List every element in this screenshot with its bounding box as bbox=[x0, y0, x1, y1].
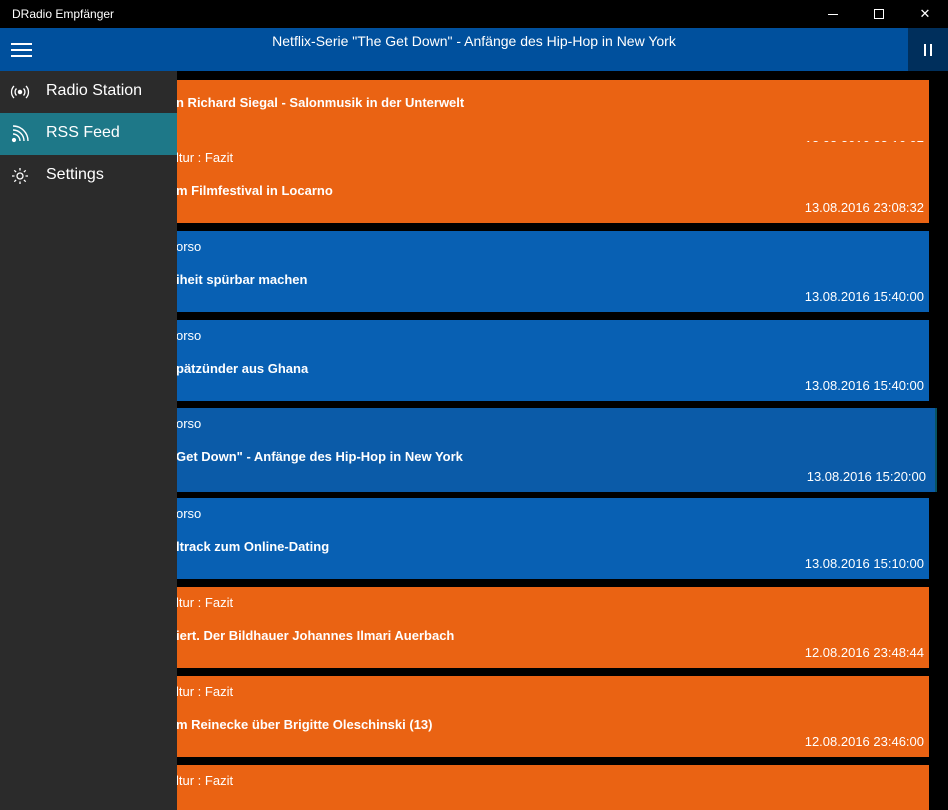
close-button[interactable]: ✕ bbox=[902, 0, 948, 28]
radio-waves-icon bbox=[10, 82, 30, 102]
maximize-button[interactable] bbox=[856, 0, 902, 28]
gear-icon bbox=[10, 166, 30, 186]
feed-item-date: 13.08.2016 15:10:00 bbox=[804, 556, 924, 571]
app-header: Netflix-Serie "The Get Down" - Anfänge d… bbox=[0, 28, 948, 71]
maximize-icon bbox=[874, 9, 884, 19]
feed-item-category: orso bbox=[176, 506, 202, 521]
feed-item-category: ltur : Fazit bbox=[176, 773, 234, 788]
feed-item-category: ltur : Fazit bbox=[176, 150, 234, 165]
title-bar: DRadio Empfänger ✕ bbox=[0, 0, 948, 28]
feed-item-category: ltur : Fazit bbox=[176, 595, 234, 610]
feed-item-date: 13.08.2016 23:08:32 bbox=[804, 200, 924, 215]
feed-item-category: ltur : Fazit bbox=[176, 684, 234, 699]
nav-item-label: Radio Station bbox=[46, 82, 143, 99]
feed-item-date: 12.08.2016 23:48:44 bbox=[804, 645, 924, 660]
window-title: DRadio Empfänger bbox=[12, 7, 115, 21]
rss-icon bbox=[10, 124, 30, 144]
close-icon: ✕ bbox=[919, 6, 931, 21]
feed-item-date: 13.08.2016 15:40:00 bbox=[804, 289, 924, 304]
feed-item-title: iert. Der Bildhauer Johannes Ilmari Auer… bbox=[176, 628, 455, 643]
nav-item-radio-station[interactable]: Radio Station bbox=[0, 71, 177, 113]
now-playing-title: Netflix-Serie "The Get Down" - Anfänge d… bbox=[272, 33, 676, 49]
minimize-button[interactable] bbox=[810, 0, 856, 28]
feed-item-category: orso bbox=[176, 239, 202, 254]
feed-item-title: m Reinecke über Brigitte Oleschinski (13… bbox=[176, 717, 433, 732]
feed-item-title: ltrack zum Online-Dating bbox=[176, 539, 330, 554]
feed-item-title: n Richard Siegal - Salonmusik in der Unt… bbox=[176, 95, 465, 110]
feed-item-category: orso bbox=[176, 416, 202, 431]
feed-item-date: 12.08.2016 23:46:00 bbox=[804, 734, 924, 749]
feed-item-title: iheit spürbar machen bbox=[176, 272, 308, 287]
feed-item-title: pätzünder aus Ghana bbox=[176, 361, 309, 376]
nav-item-rss-feed[interactable]: RSS Feed bbox=[0, 113, 177, 155]
nav-item-settings[interactable]: Settings bbox=[0, 155, 177, 197]
minimize-icon bbox=[828, 13, 838, 15]
pause-icon bbox=[924, 43, 926, 56]
pause-button[interactable] bbox=[908, 28, 948, 71]
feed-item-category: orso bbox=[176, 328, 202, 343]
feed-item-title: m Filmfestival in Locarno bbox=[176, 183, 333, 198]
feed-item-date: 13.08.2016 15:20:00 bbox=[806, 469, 926, 484]
feed-item-date: 13.08.2016 15:40:00 bbox=[804, 378, 924, 393]
nav-item-label: RSS Feed bbox=[46, 124, 120, 141]
navigation-pane: Radio Station RSS Feed Settings bbox=[0, 71, 177, 810]
feed-item-title: Get Down" - Anfänge des Hip-Hop in New Y… bbox=[176, 449, 463, 464]
nav-item-label: Settings bbox=[46, 166, 104, 183]
hamburger-menu-button[interactable] bbox=[0, 28, 42, 71]
